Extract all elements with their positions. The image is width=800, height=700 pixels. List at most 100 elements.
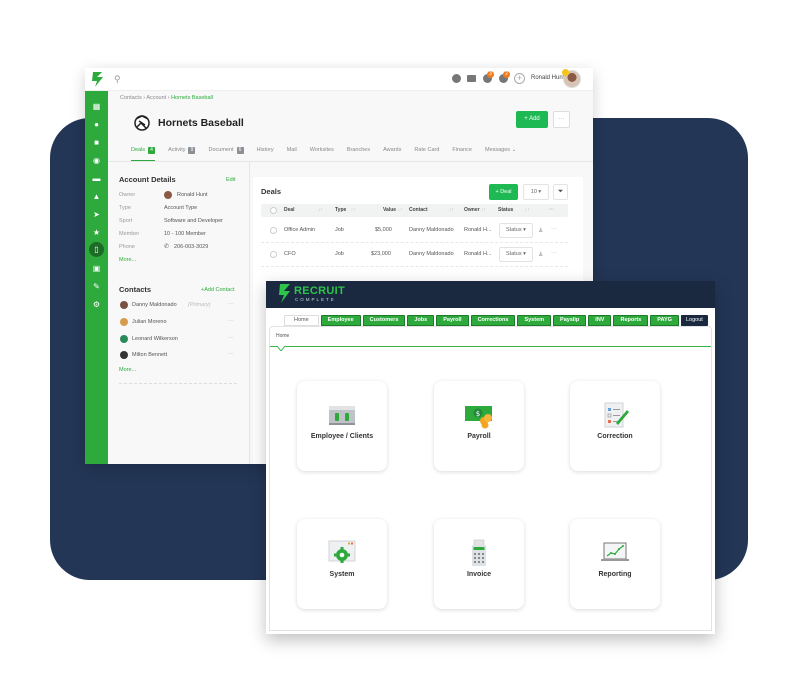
tab-messages[interactable]: Messages ⌄ xyxy=(485,147,516,161)
hornet-logo-icon xyxy=(134,115,150,131)
nav-payg[interactable]: PAYG xyxy=(650,315,679,326)
breadcrumb-contacts[interactable]: Contacts xyxy=(120,95,142,101)
tile-system[interactable]: System xyxy=(297,519,387,609)
add-contact-link[interactable]: +Add Contact xyxy=(201,287,234,293)
gear-window-icon xyxy=(328,540,356,563)
nav-employee[interactable]: Employee xyxy=(320,315,361,326)
tile-payroll[interactable]: $ Payroll xyxy=(434,381,524,471)
assign-people-icon[interactable]: ♟ xyxy=(538,251,543,258)
user-name[interactable]: Ronald Hunt xyxy=(531,75,564,81)
nav-system[interactable]: System xyxy=(517,315,552,326)
status-select[interactable]: Status ▾ xyxy=(499,223,533,238)
tile-invoice[interactable]: Invoice xyxy=(434,519,524,609)
sort-icon: ↓↑ xyxy=(480,207,486,213)
chat-icon[interactable]: ■ xyxy=(92,138,101,147)
star-icon[interactable]: ★ xyxy=(92,228,101,237)
tab-worksites[interactable]: Worksites xyxy=(310,147,334,161)
nav-customers[interactable]: Customers xyxy=(362,315,406,326)
tab-mail[interactable]: Mail xyxy=(287,147,297,161)
tab-activity[interactable]: Activity 9 xyxy=(168,147,196,161)
caret-down-icon xyxy=(277,346,285,351)
nav-jobs[interactable]: Jobs xyxy=(407,315,435,326)
nav-payroll[interactable]: Payroll xyxy=(436,315,469,326)
details-more-link[interactable]: More... xyxy=(119,257,136,263)
tab-rate-card[interactable]: Rate Card xyxy=(414,147,439,161)
add-circle-icon[interactable]: + xyxy=(514,73,525,84)
tab-history[interactable]: History xyxy=(257,147,274,161)
tab-finance[interactable]: Finance xyxy=(452,147,472,161)
column-header[interactable]: Contact ↓↑ xyxy=(409,207,454,213)
edit-link[interactable]: Edit xyxy=(226,177,235,183)
assign-people-icon[interactable]: ♟ xyxy=(538,227,543,234)
breadcrumb-account[interactable]: Account xyxy=(146,95,166,101)
status-select[interactable]: Status ▾ xyxy=(499,247,533,262)
filter-icon[interactable]: ⏷ xyxy=(553,184,568,200)
row-checkbox[interactable] xyxy=(270,227,277,234)
contact-name[interactable]: Milton Bennett xyxy=(132,352,167,358)
column-header[interactable]: Owner ↓↑ xyxy=(464,207,486,213)
nav-home[interactable]: Home xyxy=(284,315,319,326)
column-header[interactable]: Status ↓↑ xyxy=(498,207,530,213)
deal-type: Job xyxy=(335,251,344,257)
edit-icon[interactable]: ✎ xyxy=(92,282,101,291)
sort-icon: ↓↑ xyxy=(449,207,455,213)
tile-employee-clients[interactable]: Employee / Clients xyxy=(297,381,387,471)
tile-reporting[interactable]: Reporting xyxy=(570,519,660,609)
contact-menu-icon[interactable]: ··· xyxy=(228,318,234,324)
dashboard-icon[interactable]: ▦ xyxy=(92,102,101,111)
column-header[interactable]: Type ↓↑ xyxy=(335,207,356,213)
dollar-icon[interactable]: ◉ xyxy=(92,156,101,165)
more-options-button[interactable]: ··· xyxy=(553,111,570,128)
briefcase-icon[interactable]: ▬ xyxy=(92,174,101,183)
column-label: Type xyxy=(335,207,347,213)
rocket-icon[interactable]: ➤ xyxy=(92,210,101,219)
help-icon[interactable] xyxy=(452,74,461,83)
contact-menu-icon[interactable]: ··· xyxy=(228,335,234,341)
contacts-more-link[interactable]: More... xyxy=(119,367,136,373)
contact-name[interactable]: Julian Moreno xyxy=(132,319,167,325)
contact-name[interactable]: Leonard Wilkerson xyxy=(132,336,178,342)
deal-name[interactable]: CFO xyxy=(284,251,296,257)
tab-count: 6 xyxy=(236,147,244,154)
tab-awards[interactable]: Awards xyxy=(383,147,401,161)
column-header[interactable]: Value ↓↑ xyxy=(383,207,402,213)
deal-name[interactable]: Office Admin xyxy=(284,227,315,233)
tab-deals[interactable]: Deals 4 xyxy=(131,147,156,161)
table-options-icon[interactable]: ··· xyxy=(549,207,554,213)
app-logo-icon[interactable] xyxy=(92,72,104,87)
tile-correction[interactable]: Correction xyxy=(570,381,660,471)
settings-gear-icon[interactable]: ⚙ xyxy=(92,300,101,309)
user-icon[interactable]: ● xyxy=(92,120,101,129)
nav-payslip[interactable]: Payslip xyxy=(553,315,587,326)
row-menu-icon[interactable]: ··· xyxy=(551,250,557,256)
user-avatar[interactable] xyxy=(562,69,581,88)
table-row[interactable]: Office Admin Job $5,000 Danny Maldonado … xyxy=(261,219,568,243)
column-header[interactable]: Deal ↓↑ xyxy=(284,207,323,213)
nav-corrections[interactable]: Corrections xyxy=(470,315,516,326)
row-checkbox[interactable] xyxy=(270,251,277,258)
tab-branches[interactable]: Branches xyxy=(347,147,370,161)
deals-heading: Deals xyxy=(261,187,282,196)
building-icon xyxy=(329,406,355,425)
deal-owner: Ronald H... xyxy=(464,227,492,233)
contact-menu-icon[interactable]: ··· xyxy=(228,301,234,307)
contact-name[interactable]: Danny Maldonado xyxy=(132,302,177,308)
contact-avatar xyxy=(120,318,128,326)
add-deal-button[interactable]: + Deal xyxy=(489,184,518,200)
logout-button[interactable]: Logout xyxy=(681,315,708,326)
nav-inv[interactable]: INV xyxy=(588,315,612,326)
tab-document[interactable]: Document 6 xyxy=(208,147,244,161)
search-icon[interactable]: ⚲ xyxy=(114,74,124,84)
mail-icon[interactable] xyxy=(467,75,476,82)
add-button[interactable]: + Add xyxy=(516,111,548,128)
table-row[interactable]: CFO Job $23,000 Danny Maldonado Ronald H… xyxy=(261,243,568,267)
per-page-select[interactable]: 10 ▾ xyxy=(523,184,549,200)
nav-reports[interactable]: Reports xyxy=(613,315,649,326)
graduation-icon[interactable]: ▲ xyxy=(92,192,101,201)
select-all-checkbox[interactable] xyxy=(270,207,277,214)
breadcrumb-current: Hornets Baseball xyxy=(171,95,213,101)
contacts-book-icon[interactable]: ▯ xyxy=(89,242,104,257)
contact-menu-icon[interactable]: ··· xyxy=(228,351,234,357)
row-menu-icon[interactable]: ··· xyxy=(551,226,557,232)
calendar-icon[interactable]: ▣ xyxy=(92,264,101,273)
